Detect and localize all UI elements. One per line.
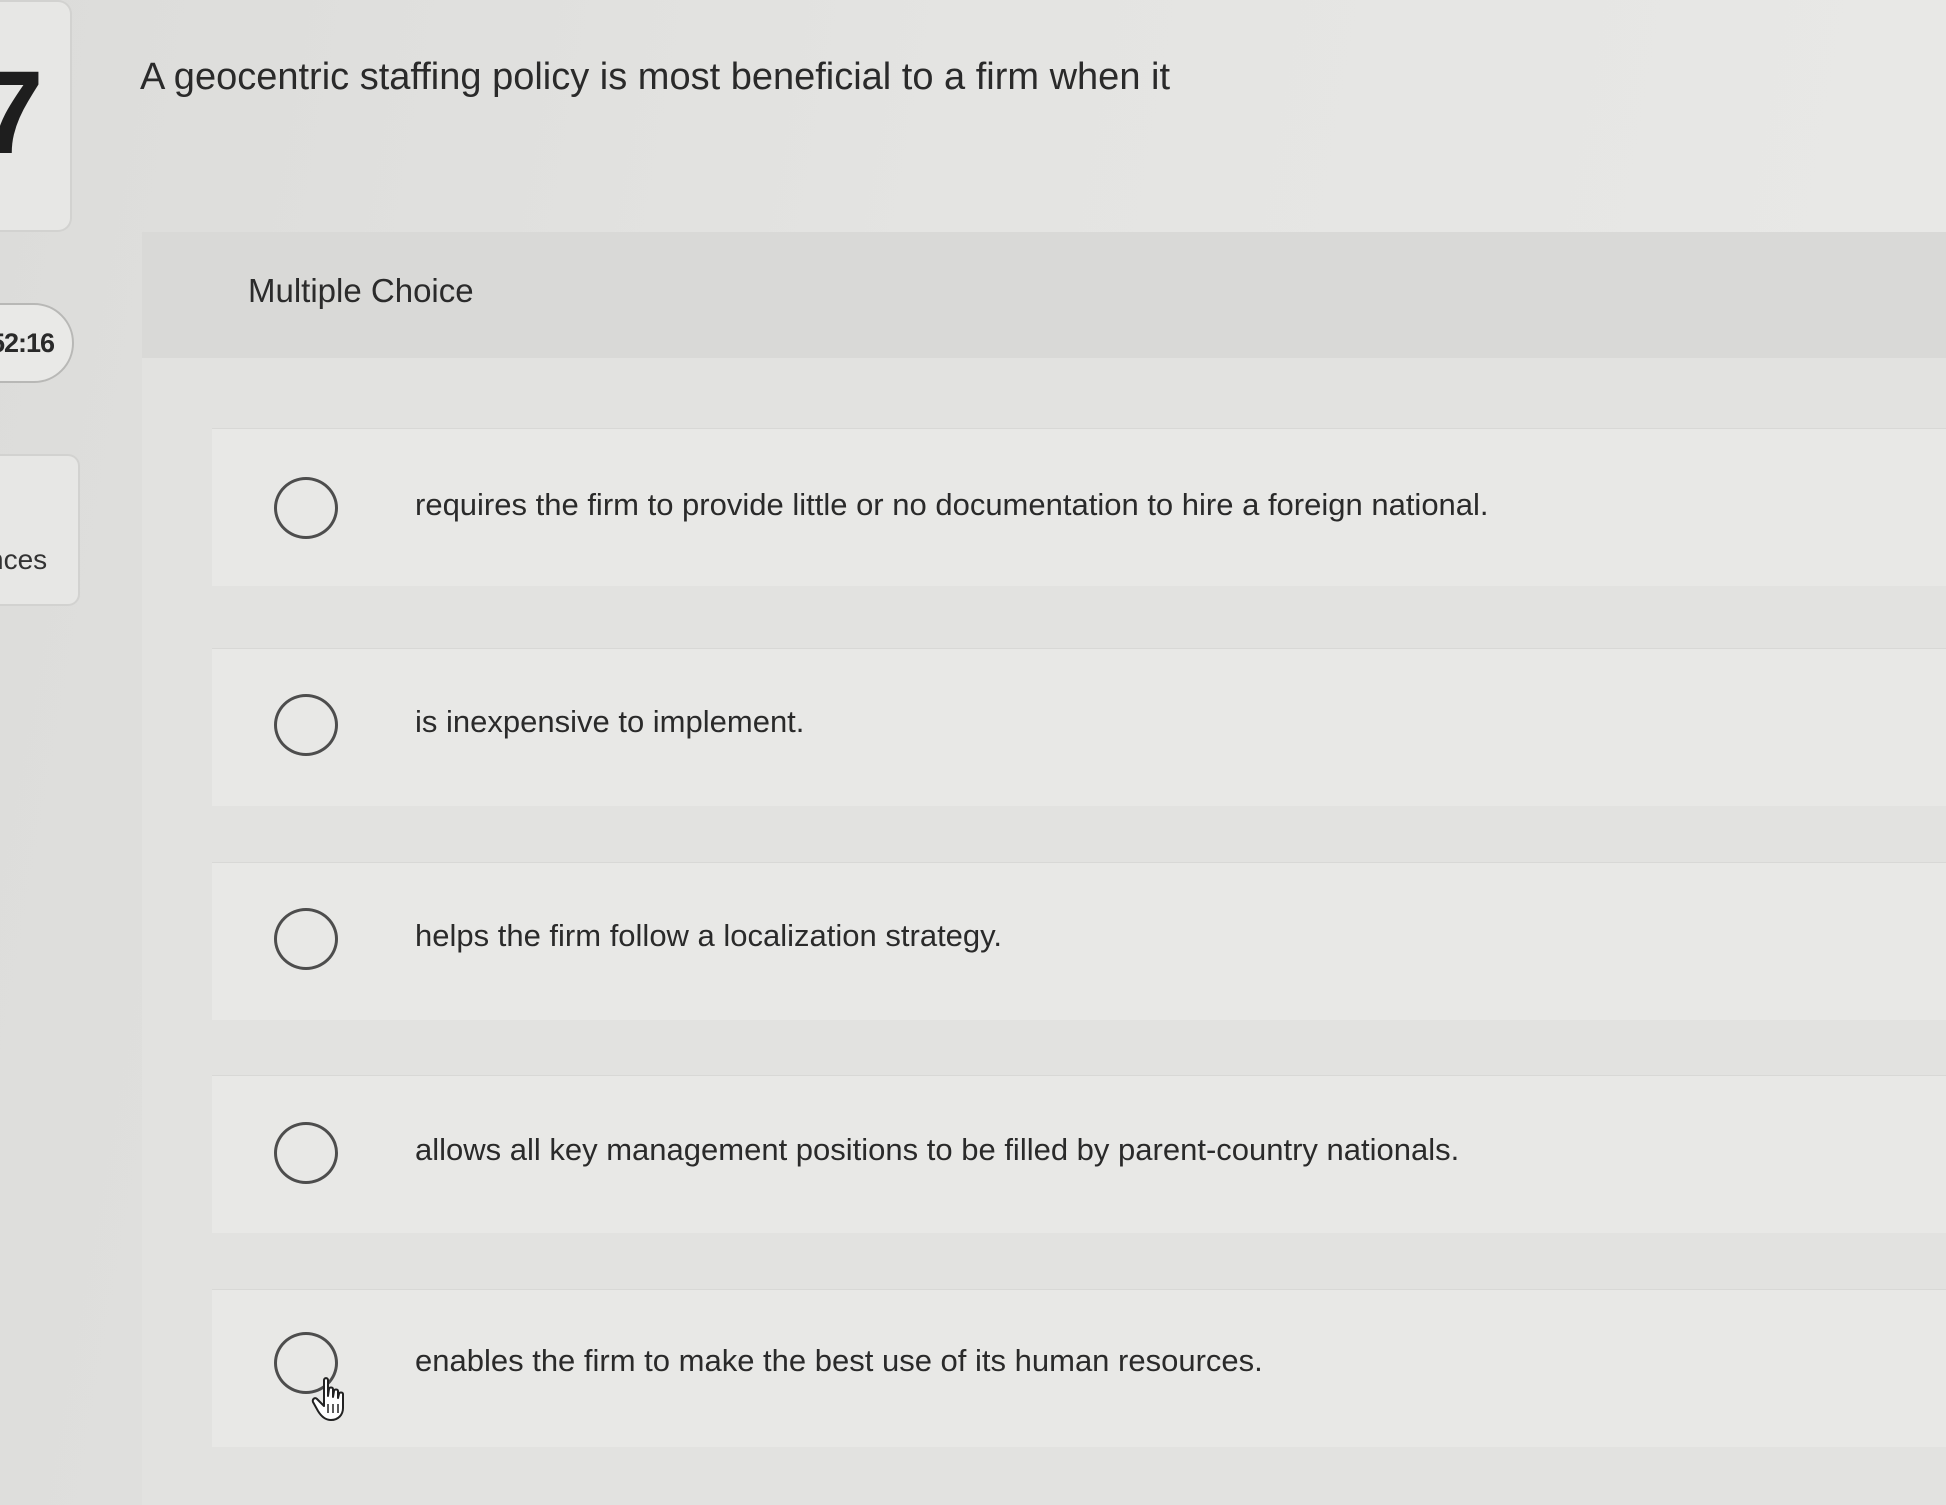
choice-label: allows all key management positions to b… — [415, 1132, 1460, 1167]
question-number-card: 7 — [0, 0, 72, 232]
references-label: nces — [0, 544, 48, 575]
choice-option-5[interactable]: enables the firm to make the best use of… — [212, 1289, 1946, 1447]
choice-option-1[interactable]: requires the firm to provide little or n… — [212, 428, 1946, 586]
radio-button-icon[interactable] — [274, 908, 338, 970]
choice-label: enables the firm to make the best use of… — [415, 1343, 1263, 1378]
choice-option-2[interactable]: is inexpensive to implement. — [212, 648, 1946, 806]
timer-text: 52:16 — [0, 328, 55, 358]
choice-label: requires the firm to provide little or n… — [415, 487, 1489, 522]
radio-button-icon[interactable] — [274, 694, 338, 756]
question-stem: A geocentric staffing policy is most ben… — [140, 56, 1171, 98]
question-number: 7 — [0, 47, 44, 179]
question-type-label: Multiple Choice — [248, 272, 474, 309]
question-type-header: Multiple Choice — [142, 232, 1946, 358]
choice-label: helps the firm follow a localization str… — [415, 918, 1002, 953]
choice-label: is inexpensive to implement. — [415, 704, 805, 739]
references-button[interactable]: nces — [0, 454, 80, 606]
timer-badge: 52:16 — [0, 303, 74, 383]
radio-button-icon[interactable] — [274, 1122, 338, 1184]
choice-option-3[interactable]: helps the firm follow a localization str… — [212, 862, 1946, 1020]
choice-option-4[interactable]: allows all key management positions to b… — [212, 1075, 1946, 1233]
hand-pointer-icon — [311, 1377, 344, 1421]
radio-button-icon[interactable] — [274, 477, 338, 539]
